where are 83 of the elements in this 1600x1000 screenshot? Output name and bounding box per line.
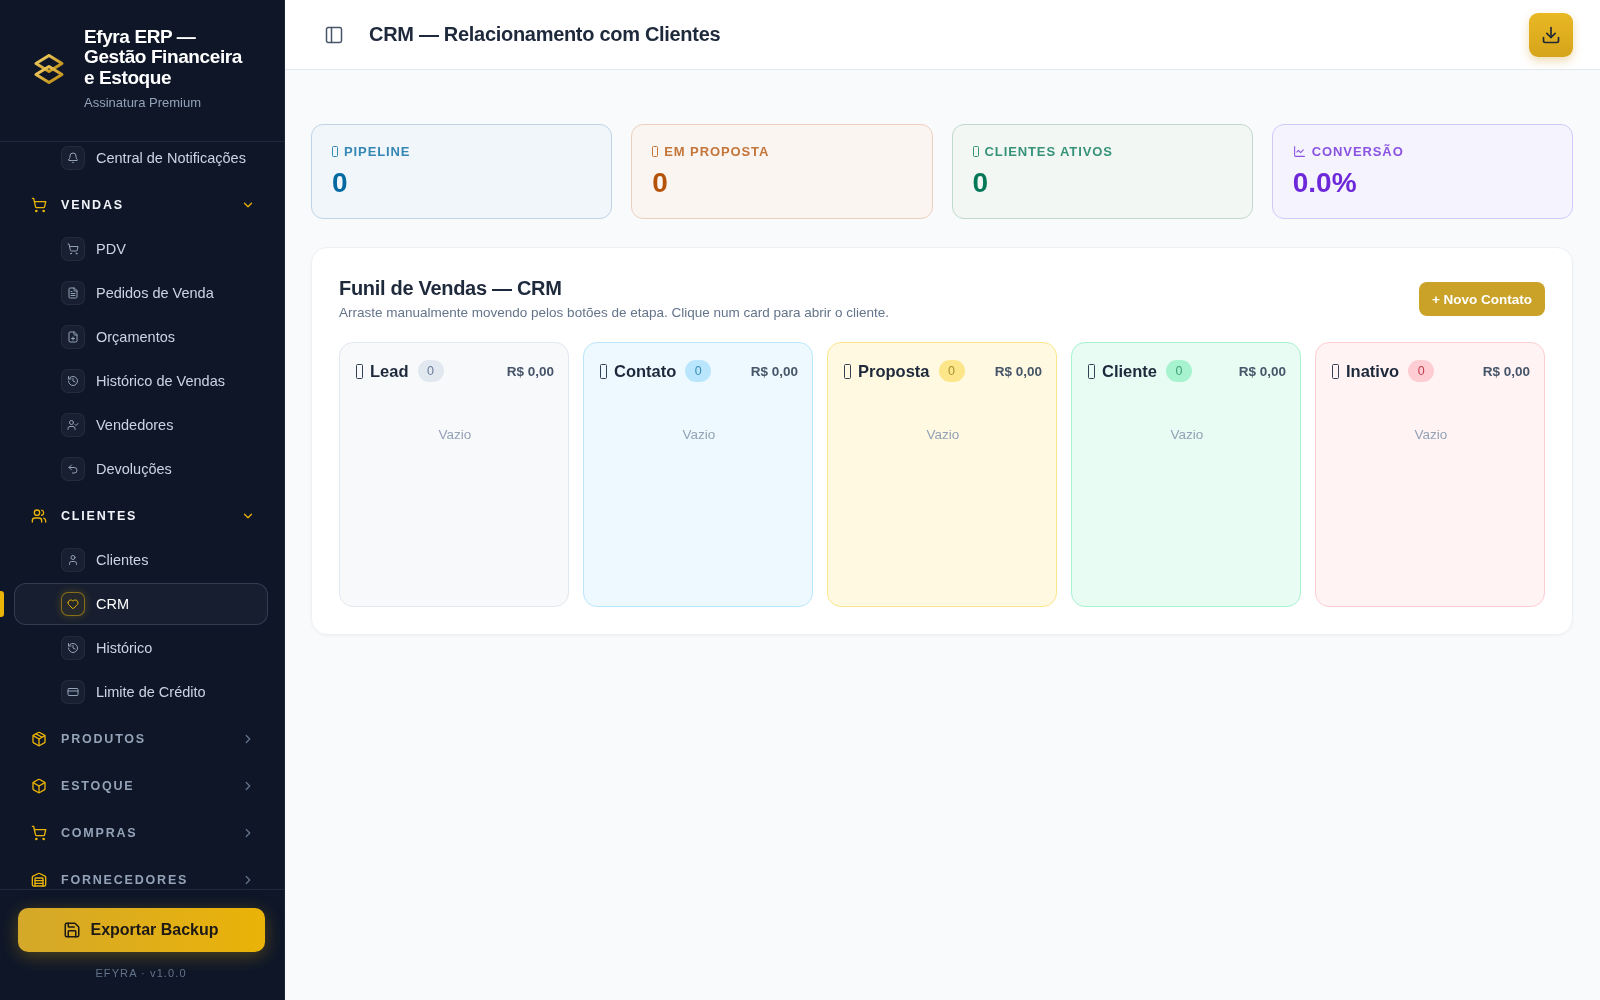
version-text: EFYRA · v1.0.0 [95,966,187,980]
export-backup-button[interactable]: Exportar Backup [17,908,265,952]
nav-item[interactable]: Histórico de Vendas [14,360,268,403]
package-icon [31,731,47,748]
undo-arrow-icon [61,457,85,482]
history-icon [61,369,85,394]
download-icon [1541,24,1561,45]
count-badge: 0 [1166,360,1192,382]
missing-glyph-icon [600,363,607,379]
column-total: R$ 0,00 [994,363,1042,379]
stat-value: 0 [972,167,990,199]
empty-state-text: Vazio [681,426,717,444]
save-icon [63,921,82,939]
column-title: Lead [370,361,409,381]
users-icon [31,508,47,525]
nav-section[interactable]: COMPRAS [0,808,284,856]
line-chart-icon [1292,144,1306,158]
stat-value: 0.0% [1292,167,1358,199]
empty-state-text: Vazio [437,426,473,444]
column-total: R$ 0,00 [1482,363,1530,379]
stat-label: PIPELINE [344,143,411,159]
empty-state-text: Vazio [1169,426,1205,444]
bell-icon [61,146,85,171]
count-badge: 0 [1408,360,1435,382]
nav-item[interactable]: Central de Notificações [14,142,268,180]
column-total: R$ 0,00 [1238,363,1286,379]
count-badge: 0 [685,360,712,382]
nav-item[interactable]: Orçamentos [14,316,268,359]
user-icon [61,548,85,573]
panel-left-icon [324,24,344,45]
column-title: Contato [614,361,677,381]
nav-item[interactable]: Devoluções [14,448,268,491]
logo-icon [33,53,65,86]
nav-section[interactable]: PRODUTOS [0,714,284,762]
brand-subtitle: Assinatura Premium [84,95,203,112]
nav-item[interactable]: PDV [14,228,268,271]
warehouse-icon [31,872,47,889]
panel-title: Funil de Vendas — CRM [339,276,563,300]
column-total: R$ 0,00 [506,363,554,379]
missing-glyph-icon [844,363,851,379]
active-indicator [0,591,4,618]
column-title: Inativo [1346,361,1400,381]
empty-state-text: Vazio [1413,426,1449,444]
missing-glyph-icon [1088,363,1095,379]
cart-icon [31,197,47,214]
panel-subtitle: Arraste manualmente movendo pelos botões de etapa. Clique num card para abrir o cliente. [339,304,890,322]
empty-state-text: Vazio [925,426,961,444]
stat-label: CONVERSÃO [1311,143,1404,159]
user-check-icon [61,413,85,438]
document-plus-icon [61,325,85,350]
page-title: CRM — Relacionamento com Clientes [369,23,721,46]
cart-icon [31,825,47,842]
column-total: R$ 0,00 [750,363,798,379]
missing-glyph-icon [356,363,363,379]
download-button[interactable] [1529,12,1573,57]
nav-item[interactable]: Clientes [14,539,268,582]
column-title: Proposta [858,361,930,381]
stat-label: EM PROPOSTA [664,143,770,159]
nav-section[interactable]: CLIENTES [0,491,284,539]
stat-value: 0 [652,167,669,199]
column-title: Cliente [1102,361,1157,381]
brand-title: Efyra ERP — Gestão Financeira e Estoque [84,27,244,89]
nav-section[interactable]: VENDAS [0,180,284,228]
nav-section[interactable]: ESTOQUE [0,761,284,809]
nav-item[interactable]: Histórico [14,627,268,670]
credit-card-icon [61,680,85,705]
nav-item[interactable]: Vendedores [14,404,268,447]
missing-glyph-icon [652,145,659,157]
stat-label: CLIENTES ATIVOS [984,143,1113,159]
heart-icon [61,592,85,617]
missing-glyph-icon [972,145,979,157]
cart-icon [61,237,85,262]
count-badge: 0 [417,360,444,382]
nav-item[interactable]: Pedidos de Venda [14,272,268,315]
stat-value: 0 [332,167,349,199]
count-badge: 0 [938,360,965,382]
missing-glyph-icon [1332,363,1339,379]
nav-section[interactable]: FORNECEDORES [0,855,284,889]
history-icon [61,636,85,661]
cube-icon [31,778,47,795]
nav-item[interactable]: Limite de Crédito [14,671,268,714]
missing-glyph-icon [332,145,338,157]
document-icon [61,281,85,306]
